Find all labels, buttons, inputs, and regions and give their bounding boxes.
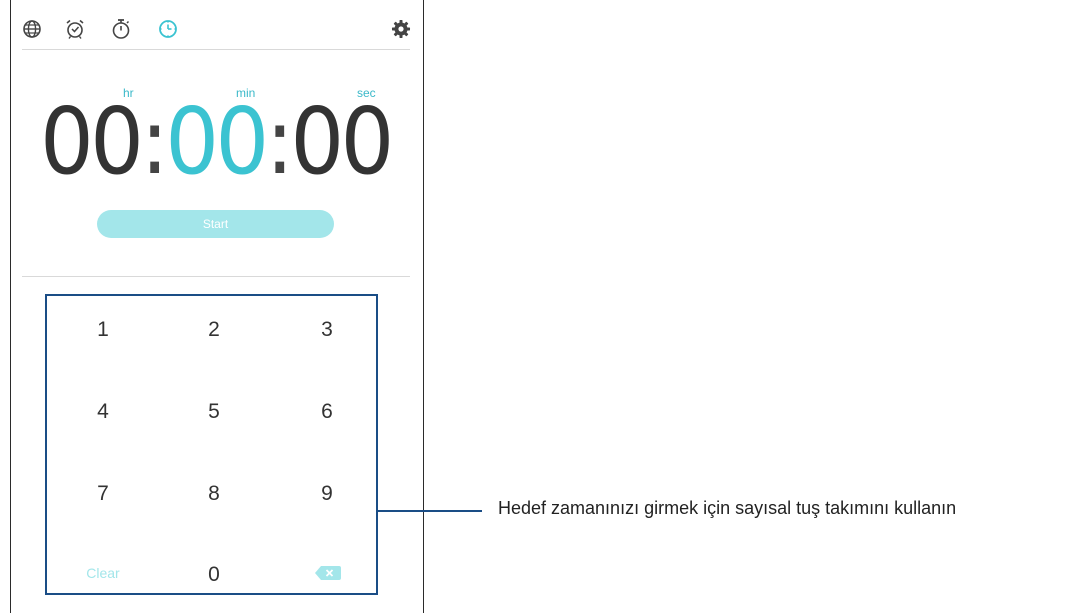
seconds-value[interactable]: 00 bbox=[290, 88, 394, 195]
time-separator: : bbox=[140, 88, 169, 195]
tab-stopwatch[interactable] bbox=[108, 16, 134, 42]
keypad-divider bbox=[22, 276, 410, 277]
alarm-clock-icon bbox=[66, 19, 84, 39]
callout-text: Hedef zamanınızı girmek için sayısal tuş… bbox=[498, 498, 957, 518]
key-8[interactable]: 8 bbox=[174, 474, 254, 514]
callout-connector bbox=[378, 510, 482, 512]
timer-display[interactable]: 00:00:00 bbox=[40, 94, 394, 190]
tab-alarm[interactable] bbox=[62, 16, 88, 42]
key-4[interactable]: 4 bbox=[63, 392, 143, 432]
backspace-button[interactable] bbox=[315, 566, 341, 580]
key-2[interactable]: 2 bbox=[174, 310, 254, 350]
tab-timer[interactable] bbox=[155, 16, 181, 42]
key-1[interactable]: 1 bbox=[63, 310, 143, 350]
key-7[interactable]: 7 bbox=[63, 474, 143, 514]
key-3[interactable]: 3 bbox=[287, 310, 367, 350]
clear-button[interactable]: Clear bbox=[63, 553, 143, 593]
stopwatch-icon bbox=[112, 19, 130, 39]
time-separator: : bbox=[265, 88, 295, 195]
gear-icon bbox=[392, 20, 410, 38]
key-0[interactable]: 0 bbox=[174, 555, 254, 595]
settings-button[interactable] bbox=[388, 16, 414, 42]
key-5[interactable]: 5 bbox=[174, 392, 254, 432]
key-6[interactable]: 6 bbox=[287, 392, 367, 432]
tab-world-clock[interactable] bbox=[19, 16, 45, 42]
globe-icon bbox=[23, 20, 41, 38]
tab-divider bbox=[22, 49, 410, 50]
minutes-value[interactable]: 00 bbox=[165, 88, 269, 195]
start-button[interactable]: Start bbox=[97, 210, 334, 238]
numeric-keypad: 1 2 3 4 5 6 7 8 9 Clear 0 bbox=[45, 294, 378, 595]
tab-bar bbox=[10, 0, 410, 50]
backspace-icon bbox=[315, 566, 341, 580]
hours-value[interactable]: 00 bbox=[40, 88, 144, 195]
timer-icon bbox=[159, 20, 177, 38]
key-9[interactable]: 9 bbox=[287, 474, 367, 514]
